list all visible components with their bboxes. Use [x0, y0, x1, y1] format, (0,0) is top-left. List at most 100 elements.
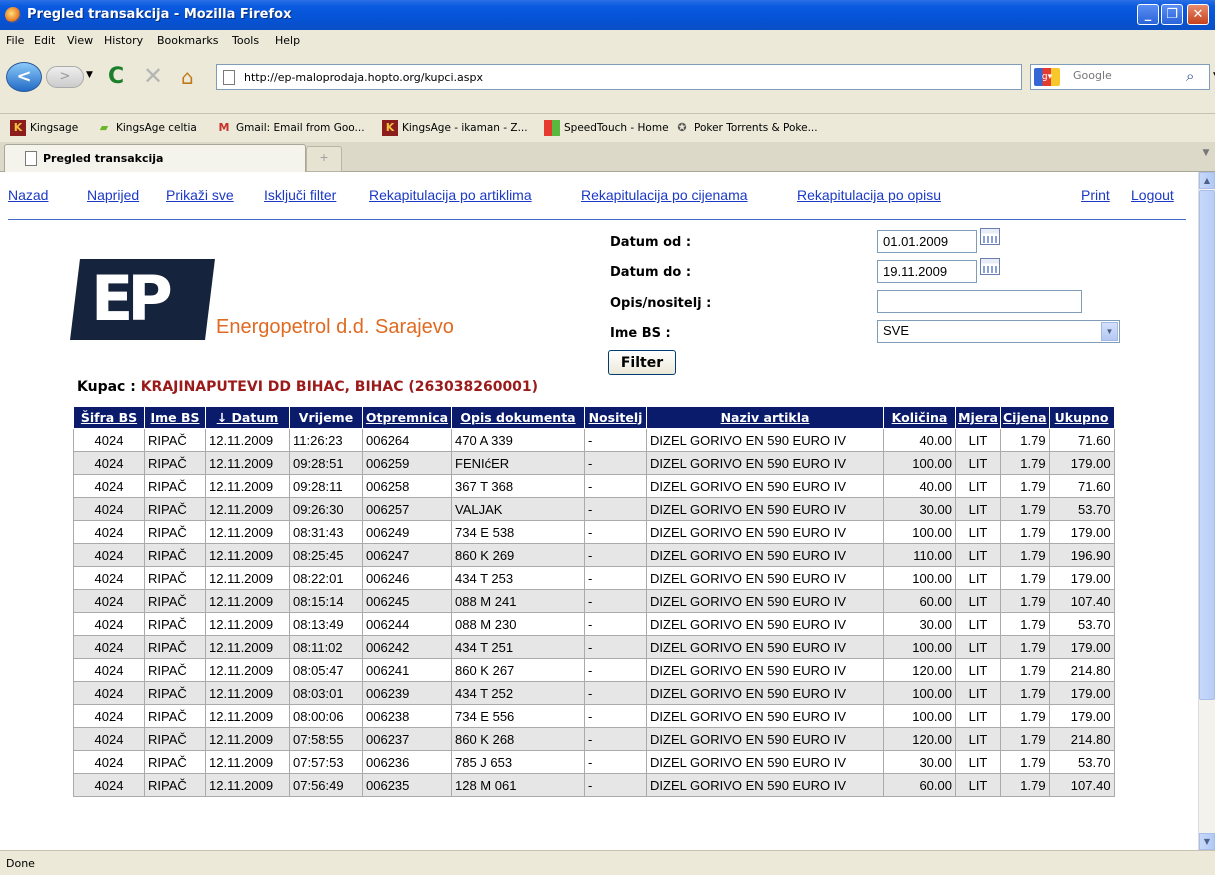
search-icon[interactable]: ⌕ [1186, 67, 1194, 85]
nav-naprijed-link[interactable]: Naprijed [87, 187, 139, 203]
cell-opis-dokumenta: VALJAK [451, 497, 585, 521]
history-dropdown-icon[interactable]: ▼ [86, 70, 93, 80]
chevron-down-icon[interactable]: ▼ [1101, 322, 1118, 341]
cell-otpremnica: 006245 [362, 589, 452, 613]
col-otpremnica[interactable]: Otpremnica [362, 406, 452, 429]
nav-rekap-opis-link[interactable]: Rekapitulacija po opisu [797, 187, 941, 203]
close-button[interactable]: ✕ [1187, 4, 1209, 25]
cell-kolicina: 30.00 [883, 750, 956, 774]
maximize-button[interactable]: ❐ [1161, 4, 1183, 25]
col-cijena[interactable]: Cijena [1000, 406, 1050, 429]
table-row: 4024 RIPAČ 12.11.2009 09:28:11 006258 367 T 3… [73, 474, 1115, 498]
cell-cijena: 1.79 [1000, 566, 1050, 590]
col-mjera[interactable]: Mjera [955, 406, 1001, 429]
ime-bs-select[interactable]: SVE ▼ [877, 320, 1120, 343]
cell-ukupno: 214.80 [1048, 727, 1115, 751]
col-opis-dokumenta[interactable]: Opis dokumenta [451, 406, 585, 429]
menu-bookmarks[interactable]: Bookmarks [157, 34, 218, 47]
cell-vrijeme: 08:31:43 [289, 520, 363, 544]
minimize-button[interactable]: _ [1137, 4, 1159, 25]
table-body: 4024 RIPAČ 12.11.2009 11:26:23 006264 470 A 3… [73, 428, 1115, 797]
cell-naziv-artikla: DIZEL GORIVO EN 590 EURO IV [646, 543, 884, 567]
cell-ime-bs: RIPAČ [144, 451, 206, 475]
col-sifra-bs[interactable]: Šifra BS [73, 406, 145, 429]
menu-file[interactable]: File [6, 34, 24, 47]
cell-vrijeme: 08:05:47 [289, 658, 363, 682]
cell-nositelj: - [584, 658, 647, 682]
bookmark-item[interactable]: ▰ KingsAge celtia [96, 120, 197, 136]
bookmark-item[interactable]: K Kingsage [10, 120, 78, 136]
reload-icon[interactable]: C [108, 64, 124, 89]
nav-divider [8, 219, 1186, 220]
datum-do-input[interactable] [877, 260, 977, 283]
cell-ime-bs: RIPAČ [144, 635, 206, 659]
forward-button[interactable]: > [46, 66, 84, 88]
stop-icon[interactable]: ✕ [143, 62, 163, 90]
menu-history[interactable]: History [104, 34, 143, 47]
cell-sifra-bs: 4024 [73, 681, 145, 705]
nav-rekap-cijene-link[interactable]: Rekapitulacija po cijenama [581, 187, 748, 203]
calendar-icon[interactable] [980, 258, 1000, 275]
cell-nositelj: - [584, 612, 647, 636]
search-bar[interactable]: g▾ ⌕ [1030, 64, 1210, 90]
scroll-down-icon[interactable]: ▼ [1199, 833, 1215, 850]
cell-ukupno: 179.00 [1048, 704, 1115, 728]
status-text: Done [6, 857, 35, 870]
nav-rekap-artikli-link[interactable]: Rekapitulacija po artiklima [369, 187, 532, 203]
vertical-scrollbar[interactable]: ▲ ▼ [1198, 172, 1215, 850]
scrollbar-thumb[interactable] [1199, 190, 1215, 700]
scroll-up-icon[interactable]: ▲ [1199, 172, 1215, 189]
google-icon[interactable]: g▾ [1034, 68, 1060, 86]
col-ime-bs[interactable]: Ime BS [144, 406, 206, 429]
search-input[interactable] [1073, 69, 1183, 82]
col-nositelj[interactable]: Nositelj [584, 406, 647, 429]
cell-vrijeme: 09:28:11 [289, 474, 363, 498]
calendar-icon[interactable] [980, 228, 1000, 245]
cell-mjera: LIT [955, 612, 1001, 636]
cell-naziv-artikla: DIZEL GORIVO EN 590 EURO IV [646, 451, 884, 475]
cell-mjera: LIT [955, 566, 1001, 590]
cell-nositelj: - [584, 520, 647, 544]
cell-ukupno: 53.70 [1048, 612, 1115, 636]
col-datum[interactable]: ↓ Datum [205, 406, 290, 429]
col-kolicina[interactable]: Količina [883, 406, 956, 429]
tab-pregled-transakcija[interactable]: Pregled transakcija [4, 144, 306, 172]
col-naziv-artikla[interactable]: Naziv artikla [646, 406, 884, 429]
cell-kolicina: 30.00 [883, 612, 956, 636]
new-tab-button[interactable]: + [306, 146, 342, 172]
menu-view[interactable]: View [67, 34, 93, 47]
speedtouch-icon [544, 120, 560, 136]
nav-nazad-link[interactable]: Nazad [8, 187, 48, 203]
home-icon[interactable]: ⌂ [181, 65, 194, 89]
datum-od-input[interactable] [877, 230, 977, 253]
bookmark-item[interactable]: SpeedTouch - Home [544, 120, 669, 136]
nav-logout-link[interactable]: Logout [1131, 187, 1174, 203]
menu-help[interactable]: Help [275, 34, 300, 47]
cell-cijena: 1.79 [1000, 474, 1050, 498]
cell-ukupno: 71.60 [1048, 474, 1115, 498]
menu-edit[interactable]: Edit [34, 34, 55, 47]
tab-list-dropdown-icon[interactable]: ▼ [1198, 148, 1214, 168]
browser-window: Pregled transakcija - Mozilla Firefox _ … [0, 0, 1215, 875]
cell-kolicina: 100.00 [883, 704, 956, 728]
address-bar[interactable]: ☆ ▼ [216, 64, 1215, 90]
opis-nositelj-input[interactable] [877, 290, 1082, 313]
cell-mjera: LIT [955, 428, 1001, 452]
nav-print-link[interactable]: Print [1081, 187, 1110, 203]
cell-naziv-artikla: DIZEL GORIVO EN 590 EURO IV [646, 681, 884, 705]
url-input[interactable] [244, 69, 944, 85]
back-button[interactable]: < [6, 62, 42, 92]
bookmark-item[interactable]: M Gmail: Email from Goo... [216, 120, 365, 136]
menu-tools[interactable]: Tools [232, 34, 259, 47]
cell-opis-dokumenta: 088 M 230 [451, 612, 585, 636]
nav-prikazi-sve-link[interactable]: Prikaži sve [166, 187, 234, 203]
bookmark-item[interactable]: K KingsAge - ikaman - Z... [382, 120, 528, 136]
bookmark-item[interactable]: ✪ Poker Torrents & Poke... [674, 120, 817, 136]
cell-nositelj: - [584, 704, 647, 728]
cell-opis-dokumenta: 785 J 653 [451, 750, 585, 774]
nav-iskljuci-filter-link[interactable]: Isključi filter [264, 187, 336, 203]
firefox-icon [5, 7, 21, 23]
cell-mjera: LIT [955, 497, 1001, 521]
col-ukupno[interactable]: Ukupno [1048, 406, 1115, 429]
filter-button[interactable]: Filter [608, 350, 676, 375]
